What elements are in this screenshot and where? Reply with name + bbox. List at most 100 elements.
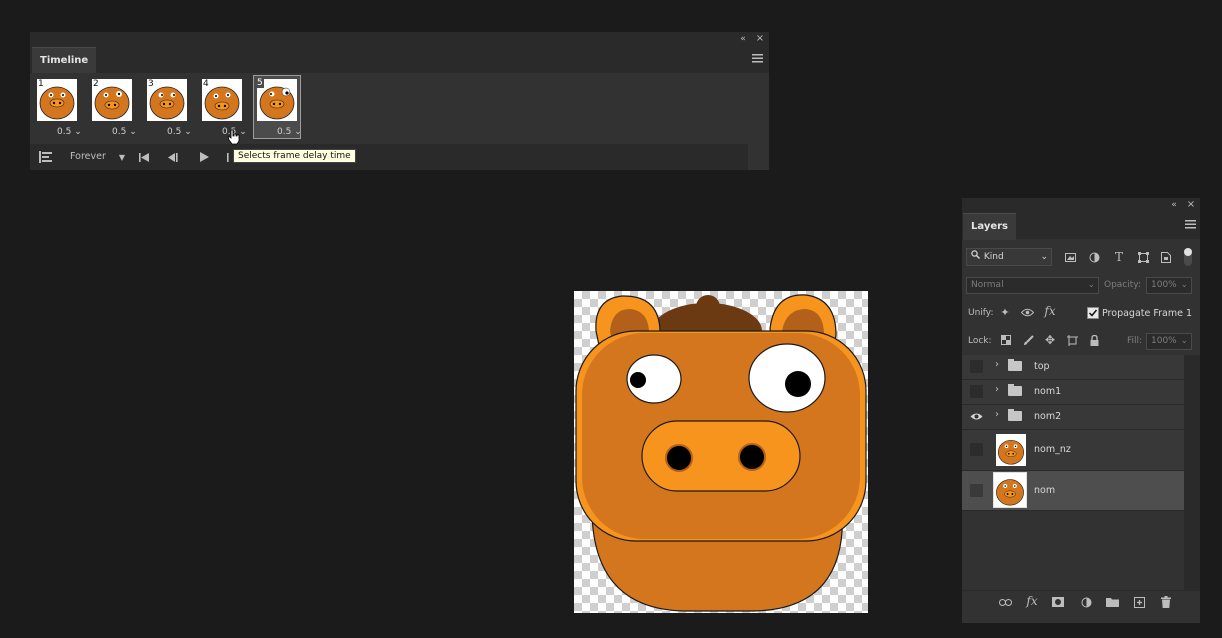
folder-icon bbox=[1008, 359, 1022, 371]
layer-name: nom bbox=[1034, 485, 1056, 496]
chevron-right-icon[interactable]: › bbox=[995, 359, 999, 370]
layer-row-selected[interactable]: nom bbox=[962, 471, 1184, 511]
opacity-value: 100% bbox=[1151, 280, 1177, 290]
lock-artboard-icon[interactable] bbox=[1066, 334, 1078, 346]
previous-frame-icon[interactable] bbox=[166, 150, 180, 164]
layer-name: top bbox=[1034, 361, 1050, 372]
layer-style-icon[interactable]: fx bbox=[1024, 594, 1040, 608]
type-layer-filter-icon[interactable]: T bbox=[1112, 250, 1126, 264]
hand-cursor-icon bbox=[227, 129, 241, 145]
tab-layers[interactable]: Layers bbox=[963, 213, 1016, 240]
layer-row[interactable]: nom_nz bbox=[962, 430, 1184, 471]
new-adjustment-layer-icon[interactable] bbox=[1079, 595, 1093, 609]
layers-scrollbar[interactable] bbox=[1184, 355, 1200, 590]
delete-layer-icon[interactable] bbox=[1159, 595, 1173, 609]
filter-toggle-knob bbox=[1184, 248, 1192, 256]
visibility-toggle[interactable] bbox=[970, 410, 983, 423]
folder-icon bbox=[1008, 384, 1022, 396]
panel-menu-icon[interactable] bbox=[750, 52, 764, 64]
propagate-label: Propagate Frame 1 bbox=[1102, 308, 1193, 319]
link-layers-icon[interactable] bbox=[998, 595, 1012, 609]
tab-timeline[interactable]: Timeline bbox=[32, 47, 97, 74]
folder-icon bbox=[1008, 409, 1022, 421]
lock-label: Lock: bbox=[968, 336, 992, 346]
loop-value: Forever bbox=[70, 151, 106, 162]
filter-toggle-switch[interactable] bbox=[1184, 248, 1192, 266]
first-frame-icon[interactable] bbox=[137, 150, 151, 164]
chevron-down-icon: ⌄ bbox=[74, 127, 82, 137]
chevron-down-icon: ⌄ bbox=[1180, 336, 1188, 346]
frame-delay-dropdown[interactable]: 0.5 ⌄ bbox=[57, 127, 82, 137]
chevron-down-icon[interactable]: ▼ bbox=[117, 152, 127, 162]
visibility-toggle[interactable] bbox=[970, 385, 983, 398]
check-icon bbox=[1088, 309, 1098, 317]
unify-style-icon[interactable]: fx bbox=[1042, 304, 1058, 318]
frame-delay-value: 0.5 bbox=[167, 127, 182, 137]
lock-transparent-pixels-icon[interactable] bbox=[1000, 334, 1012, 346]
layers-panel-header bbox=[962, 198, 1200, 211]
frame-delay-dropdown[interactable]: 0.5 ⌄ bbox=[167, 127, 192, 137]
chevron-right-icon[interactable]: › bbox=[995, 384, 999, 395]
frame-5[interactable]: 5 0.5 ⌄ bbox=[253, 75, 302, 139]
frames-strip: 1 0.5 ⌄ 2 0.5 ⌄ 3 0.5 ⌄ 4 0.5 ⌄ 5 0.5 ⌄ bbox=[30, 73, 769, 143]
new-group-icon[interactable] bbox=[1105, 595, 1119, 609]
layer-thumbnail bbox=[993, 472, 1027, 508]
timeline-tab-bar bbox=[30, 45, 769, 73]
visibility-toggle[interactable] bbox=[970, 360, 983, 373]
smart-object-filter-icon[interactable] bbox=[1159, 250, 1173, 264]
layer-name: nom_nz bbox=[1034, 444, 1071, 455]
filter-kind-value: Kind bbox=[983, 252, 1004, 262]
opacity-label: Opacity: bbox=[1104, 280, 1141, 290]
pixel-layer-filter-icon[interactable] bbox=[1063, 250, 1077, 264]
chevron-right-icon[interactable]: › bbox=[995, 409, 999, 420]
fill-value: 100% bbox=[1151, 336, 1177, 346]
panel-menu-icon[interactable] bbox=[1183, 218, 1197, 230]
search-icon bbox=[971, 249, 981, 265]
unify-position-icon[interactable]: ✦ bbox=[998, 305, 1012, 319]
layer-row[interactable]: › top bbox=[962, 355, 1184, 380]
frame-4[interactable]: 4 0.5 ⌄ bbox=[200, 77, 247, 137]
visibility-toggle[interactable] bbox=[970, 484, 983, 497]
convert-to-video-timeline-icon[interactable] bbox=[38, 150, 52, 164]
lock-position-icon[interactable]: ✥ bbox=[1044, 333, 1056, 347]
lock-image-pixels-icon[interactable] bbox=[1022, 334, 1034, 346]
frame-2[interactable]: 2 0.5 ⌄ bbox=[90, 77, 137, 137]
play-icon[interactable] bbox=[197, 150, 211, 164]
layer-row[interactable]: › nom2 bbox=[962, 405, 1184, 430]
collapse-icon[interactable]: « bbox=[737, 33, 749, 44]
chevron-down-icon: ⌄ bbox=[1087, 280, 1095, 290]
shape-layer-filter-icon[interactable] bbox=[1136, 250, 1150, 264]
add-mask-icon[interactable] bbox=[1051, 595, 1065, 609]
collapse-icon[interactable]: « bbox=[1168, 199, 1180, 210]
fill-input[interactable]: 100% ⌄ bbox=[1146, 333, 1192, 350]
frame-delay-dropdown[interactable]: 0.5 ⌄ bbox=[112, 127, 137, 137]
chevron-down-icon: ⌄ bbox=[129, 127, 137, 137]
unify-label: Unify: bbox=[968, 308, 994, 318]
layer-name: nom1 bbox=[1034, 386, 1062, 397]
close-icon[interactable]: × bbox=[1185, 199, 1197, 210]
chevron-down-icon: ⌄ bbox=[294, 127, 302, 137]
layer-row[interactable]: › nom1 bbox=[962, 380, 1184, 405]
propagate-checkbox[interactable] bbox=[1087, 307, 1099, 319]
visibility-toggle[interactable] bbox=[970, 443, 983, 456]
frame-number: 2 bbox=[92, 79, 100, 89]
new-layer-icon[interactable] bbox=[1132, 595, 1146, 609]
adjustment-layer-filter-icon[interactable] bbox=[1087, 250, 1101, 264]
frame-number: 1 bbox=[37, 79, 45, 89]
pig-artwork bbox=[575, 294, 867, 612]
next-frame-icon[interactable] bbox=[225, 150, 233, 164]
opacity-input[interactable]: 100% ⌄ bbox=[1146, 277, 1192, 294]
close-icon[interactable]: × bbox=[754, 33, 766, 44]
blend-mode-dropdown[interactable]: Normal ⌄ bbox=[966, 277, 1099, 294]
frame-1[interactable]: 1 0.5 ⌄ bbox=[35, 77, 82, 137]
frame-3[interactable]: 3 0.5 ⌄ bbox=[145, 77, 192, 137]
lock-all-icon[interactable] bbox=[1088, 334, 1100, 346]
tooltip: Selects frame delay time bbox=[233, 149, 356, 163]
frame-number: 3 bbox=[147, 79, 155, 89]
chevron-down-icon: ⌄ bbox=[1180, 280, 1188, 290]
frame-delay-dropdown[interactable]: 0.5 ⌄ bbox=[277, 127, 302, 137]
document-canvas[interactable] bbox=[574, 291, 868, 613]
filter-kind-dropdown[interactable]: Kind ⌄ bbox=[966, 248, 1052, 266]
frame-delay-value: 0.5 bbox=[277, 127, 292, 137]
unify-visibility-icon[interactable] bbox=[1020, 305, 1034, 319]
